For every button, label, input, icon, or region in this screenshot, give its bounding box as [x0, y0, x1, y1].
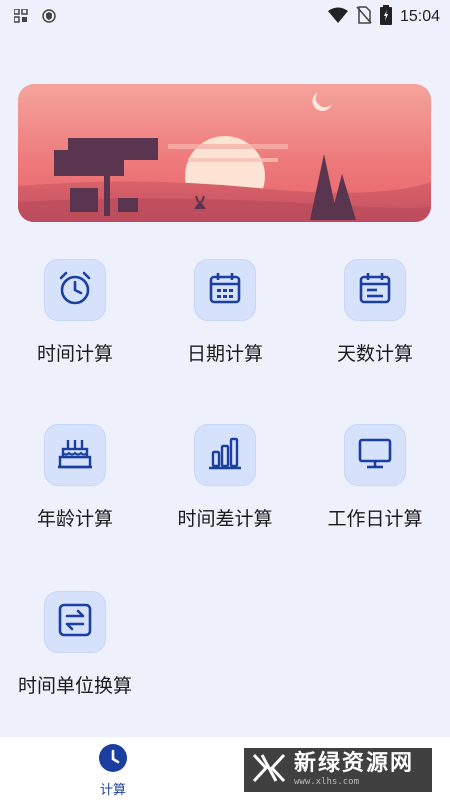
shield-icon	[42, 8, 56, 27]
tile-label: 天数计算	[336, 343, 413, 365]
bar-chart-icon	[206, 434, 244, 476]
status-time: 15:04	[399, 8, 440, 25]
tile-days-calc[interactable]: 天数计算	[300, 259, 450, 379]
calendar-icon	[206, 269, 244, 311]
alarm-clock-icon	[56, 269, 94, 311]
tile-date-calc[interactable]: 日期计算	[150, 259, 300, 379]
wifi-icon	[327, 7, 348, 27]
tile-label: 年龄计算	[36, 508, 113, 530]
tile-age-calc[interactable]: 年龄计算	[0, 424, 150, 544]
monitor-icon	[356, 434, 394, 476]
no-sim-icon	[356, 6, 372, 28]
watermark-title: 新绿资源网	[294, 751, 415, 776]
watermark-logo-icon	[252, 751, 286, 789]
grid-icon	[13, 8, 28, 27]
tile-time-unit-convert[interactable]: 时间单位换算	[0, 591, 150, 711]
tile-label: 工作日计算	[327, 508, 423, 530]
tile-workday-calc[interactable]: 工作日计算	[300, 424, 450, 544]
tile-label: 时间单位换算	[17, 675, 132, 697]
nav-item-calculate[interactable]: 计算	[83, 743, 143, 798]
watermark-url: www.xlhs.com	[294, 777, 360, 787]
calendar-days-icon	[356, 269, 394, 311]
clock-icon	[98, 743, 128, 777]
watermark: 新绿资源网 www.xlhs.com	[244, 748, 432, 792]
tile-label: 日期计算	[186, 343, 263, 365]
tile-label: 时间差计算	[177, 508, 273, 530]
nav-label: 计算	[99, 783, 126, 798]
battery-icon	[379, 5, 392, 29]
tile-label: 时间计算	[36, 343, 113, 365]
birthday-cake-icon	[56, 434, 94, 476]
tile-time-calc[interactable]: 时间计算	[0, 259, 150, 379]
tile-time-diff-calc[interactable]: 时间差计算	[150, 424, 300, 544]
sunset-banner	[18, 84, 431, 222]
swap-arrows-icon	[56, 601, 94, 643]
status-bar: 15:04	[0, 0, 450, 32]
